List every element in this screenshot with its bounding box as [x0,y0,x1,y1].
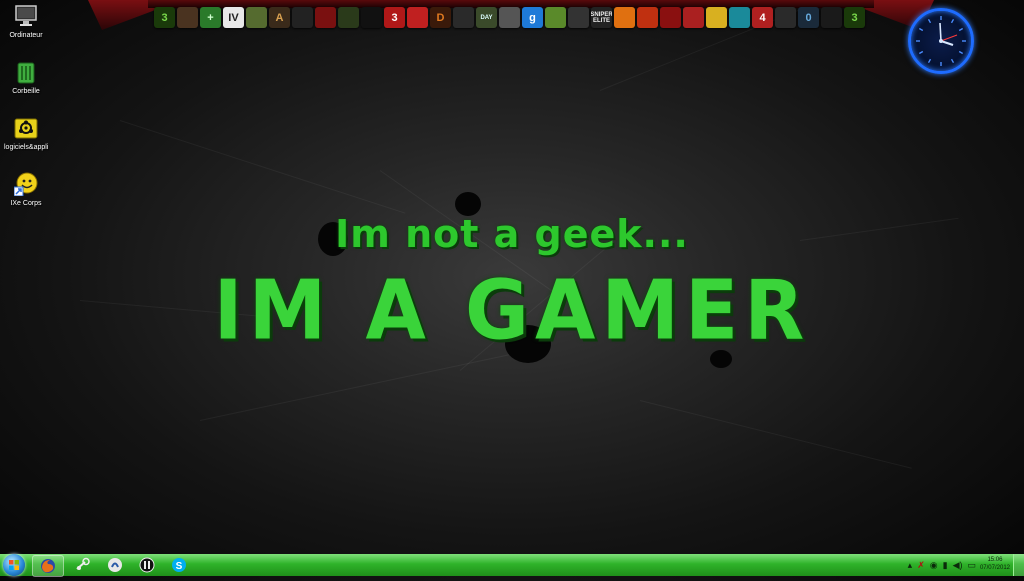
sniper-elite-icon[interactable]: SNIPER ELITE [591,7,612,28]
half-life-3-icon[interactable]: 3 [154,7,175,28]
windows-logo-icon [9,560,19,570]
winged-emblem-icon[interactable] [568,7,589,28]
network-icon[interactable]: ▮ [943,559,948,571]
shield-icon[interactable] [683,7,704,28]
clock-face-icon [916,16,966,66]
start-button[interactable] [3,554,25,576]
steam-tray-icon[interactable]: ◉ [930,559,938,571]
steam-icon [76,557,90,570]
game-dock: 3 + IV A 3 D DAY g SNIPER ELITE 4 0 3 [88,0,934,38]
battlefield-icon[interactable] [246,7,267,28]
desktop-icon-shortcut[interactable]: IXe Corps [4,172,48,207]
mass-effect-3-icon[interactable]: 3 [384,7,405,28]
crest-icon[interactable] [660,7,681,28]
soldier-icon[interactable] [499,7,520,28]
clock-gadget[interactable] [908,8,974,74]
spiral-icon[interactable] [614,7,635,28]
dayz-icon[interactable]: DAY [476,7,497,28]
desktop-icon-label: logiciels&appli [4,144,49,151]
desktop-icon-label: IXe Corps [10,200,42,207]
left-4-dead-icon[interactable]: 4 [752,7,773,28]
portal-icon[interactable]: 0 [798,7,819,28]
warrior-icon[interactable] [177,7,198,28]
teamspeak-icon [108,558,122,572]
assassin-icon[interactable]: A [269,7,290,28]
wallpaper-slogan-line1: Im not a geek... [335,212,689,256]
smiley-shortcut-icon [13,172,38,197]
taskbar: S ▴ ✗ ◉ ▮ ◀) ▭ 15:06 07/07/2012 [0,554,1024,577]
taskbar-steam[interactable] [68,555,98,575]
counter-strike-icon[interactable] [637,7,658,28]
assassins-creed-icon[interactable] [729,7,750,28]
desktop-icon-software-folder[interactable]: logiciels&appli [4,116,48,151]
firefox-icon [41,559,55,573]
desktop-icon-label: Corbeille [12,88,40,95]
show-hidden-icons-icon[interactable]: ▴ [908,559,913,571]
desktop-icon-computer[interactable]: Ordinateur [4,4,48,39]
flag-icon[interactable] [407,7,428,28]
crysis-icon[interactable] [338,7,359,28]
system-tray: ▴ ✗ ◉ ▮ ◀) ▭ [908,559,976,571]
red-faction-icon[interactable] [315,7,336,28]
desktop-icon-recycle-bin[interactable]: Corbeille [4,60,48,95]
antivirus-icon[interactable]: ✗ [917,559,925,571]
battery-icon[interactable]: ▭ [967,559,976,571]
svg-text:S: S [176,561,183,572]
volume-icon[interactable]: ◀) [953,559,963,571]
green-cross-icon[interactable]: + [200,7,221,28]
dark-game-icon[interactable] [361,7,382,28]
taskbar-skype[interactable]: S [164,555,194,575]
computer-icon [14,4,38,28]
half-life-3-end-icon[interactable]: 3 [844,7,865,28]
recycle-bin-icon [14,60,38,84]
taskbar-date: 07/07/2012 [979,565,1010,571]
skype-icon: S [172,558,186,572]
skyrim-icon[interactable] [775,7,796,28]
juventus-icon [139,557,155,573]
diablo-icon[interactable]: D [430,7,451,28]
borderlands-icon[interactable] [706,7,727,28]
garrys-mod-icon[interactable]: g [522,7,543,28]
taskbar-time: 15:06 [987,557,1003,563]
desktop-icon-label: Ordinateur [9,32,43,39]
hooded-figure-icon[interactable] [453,7,474,28]
dock-icons: 3 + IV A 3 D DAY g SNIPER ELITE 4 0 3 [154,7,865,28]
wallpaper-slogan-line2: IM A GAMER [213,263,811,359]
gta-iv-icon[interactable]: IV [223,7,244,28]
taskbar-teamspeak[interactable] [100,555,130,575]
minecraft-icon[interactable] [545,7,566,28]
anchor-icon[interactable] [821,7,842,28]
biohazard-folder-icon [14,116,38,140]
taskbar-firefox[interactable] [32,555,64,577]
show-desktop-button[interactable] [1013,554,1024,576]
taskbar-juventus[interactable] [132,555,162,575]
taskbar-clock[interactable]: 15:06 07/07/2012 [980,556,1010,572]
skull-icon[interactable] [292,7,313,28]
